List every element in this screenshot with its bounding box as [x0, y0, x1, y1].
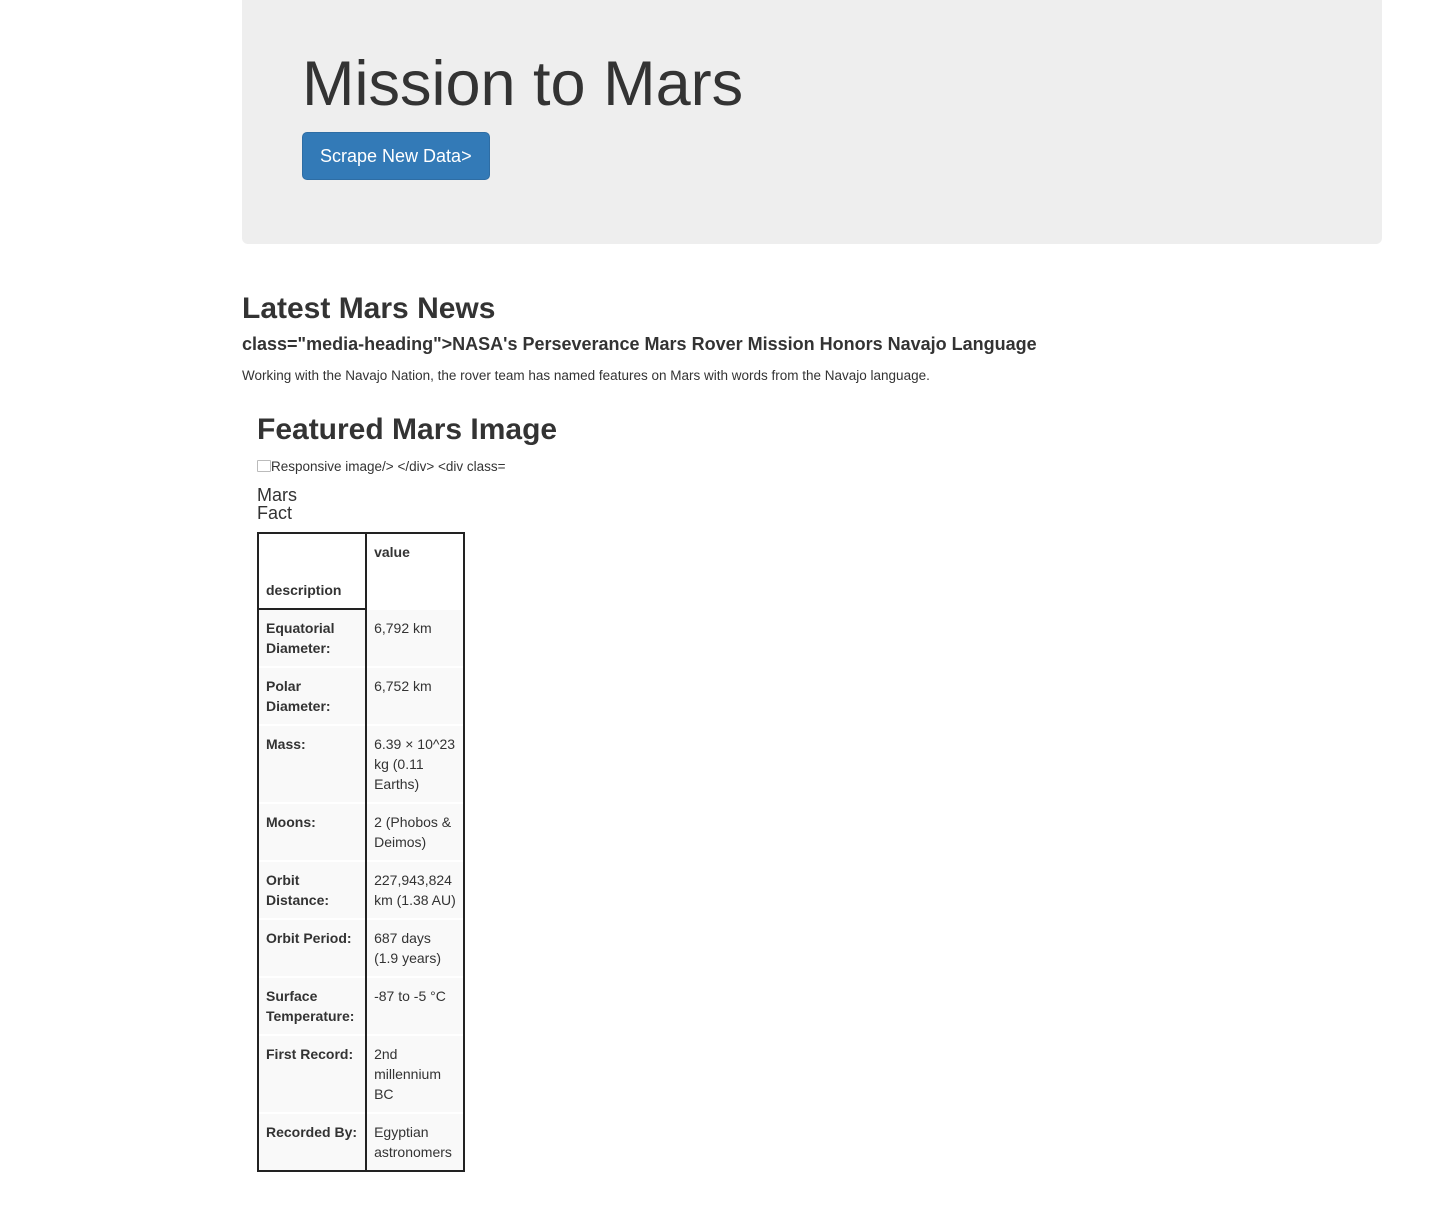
fact-value: -87 to -5 °C [365, 976, 465, 1036]
jumbotron-header: Mission to Mars Scrape New Data> [242, 0, 1382, 244]
table-row: Surface Temperature: -87 to -5 °C [256, 976, 465, 1036]
fact-value: 687 days (1.9 years) [365, 918, 465, 978]
fact-label: Moons: [256, 802, 368, 862]
table-row: Moons: 2 (Phobos & Deimos) [256, 802, 465, 862]
fact-label: Mass: [256, 724, 368, 804]
news-headline: class="media-heading">NASA's Perseveranc… [242, 334, 1037, 354]
table-row: Polar Diameter: 6,752 km [256, 666, 465, 726]
table-row: Mass: 6.39 × 10^23 kg (0.11 Earths) [256, 724, 465, 804]
table-index-blank [365, 570, 465, 610]
table-row: Orbit Distance: 227,943,824 km (1.38 AU) [256, 860, 465, 920]
table-header-value: value [365, 532, 465, 572]
featured-image-title: Featured Mars Image [257, 413, 558, 446]
news-paragraph: Working with the Navajo Nation, the rove… [242, 368, 930, 383]
fact-label: Orbit Period: [256, 918, 368, 978]
fact-value: 6.39 × 10^23 kg (0.11 Earths) [365, 724, 465, 804]
fact-value: 2 (Phobos & Deimos) [365, 802, 465, 862]
fact-label: Surface Temperature: [256, 976, 368, 1036]
fact-value: Egyptian astronomers [365, 1112, 465, 1172]
table-row: Orbit Period: 687 days (1.9 years) [256, 918, 465, 978]
featured-image-alt-text: Responsive image/> </div> <div class= [271, 459, 506, 474]
fact-value: 6,752 km [365, 666, 465, 726]
fact-value: 2nd millennium BC [365, 1034, 465, 1114]
fact-label: Recorded By: [256, 1112, 368, 1172]
mars-facts-table: value description Equatorial Diameter: 6… [256, 532, 465, 1172]
table-row: Recorded By: Egyptian astronomers [256, 1112, 465, 1172]
table-header-blank [256, 532, 368, 572]
fact-value: 227,943,824 km (1.38 AU) [365, 860, 465, 920]
fact-value: 6,792 km [365, 608, 465, 668]
fact-label: Orbit Distance: [256, 860, 368, 920]
latest-news-title: Latest Mars News [242, 292, 496, 325]
scrape-new-data-button[interactable]: Scrape New Data> [302, 132, 490, 180]
broken-image-icon [257, 460, 271, 472]
table-row: Equatorial Diameter: 6,792 km [256, 608, 465, 668]
fact-label: Polar Diameter: [256, 666, 368, 726]
page-title: Mission to Mars [302, 49, 744, 119]
featured-image: Responsive image/> </div> <div class= [257, 458, 506, 477]
table-header-row: value [256, 532, 465, 572]
table-index-label: description [256, 570, 368, 610]
fact-label: First Record: [256, 1034, 368, 1114]
table-row: First Record: 2nd millennium BC [256, 1034, 465, 1114]
fact-label: Equatorial Diameter: [256, 608, 368, 668]
table-index-row: description [256, 570, 465, 610]
mars-facts-title: Mars Fact [257, 485, 297, 523]
